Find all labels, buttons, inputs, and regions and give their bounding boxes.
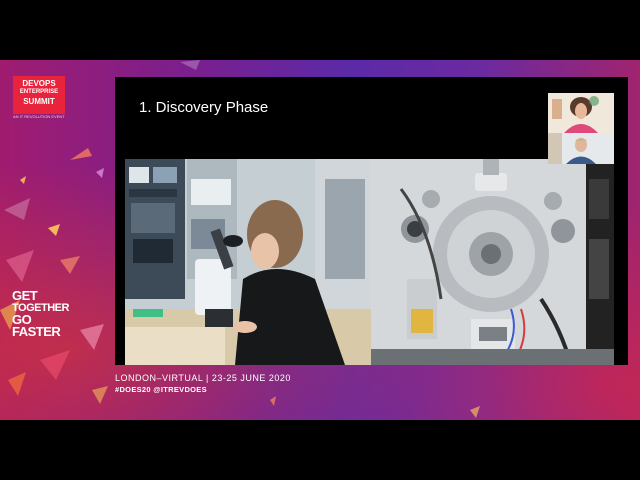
vacuum-chamber-image <box>371 159 614 365</box>
presentation-slide: 1. Discovery Phase <box>115 77 628 365</box>
speaker-webcam-2 <box>548 133 614 164</box>
tagline: GET TOGETHER GO FASTER <box>12 288 69 339</box>
speaker-webcam-1 <box>548 93 614 133</box>
microscope-photo <box>125 159 371 365</box>
event-location-date: LONDON–VIRTUAL | 23-25 JUNE 2020 <box>115 373 291 383</box>
slide-title: 1. Discovery Phase <box>139 99 269 116</box>
logo-line-enterprise: ENTERPRISE <box>19 89 59 95</box>
tagline-line-4: FASTER <box>12 324 61 339</box>
tagline-line-1: GET <box>12 288 38 303</box>
microscope-scene-image <box>125 159 371 365</box>
speaker-2-image <box>548 133 614 164</box>
event-hashtags: #DOES20 @ITREVDOES <box>115 385 207 394</box>
devops-summit-logo: DEVOPS ENTERPRISE SUMMIT <box>13 76 65 114</box>
logo-line-devops: DEVOPS <box>22 79 56 88</box>
lab-equipment-photo <box>371 159 614 365</box>
stream-stage: DEVOPS ENTERPRISE SUMMIT AN IT REVOLUTIO… <box>0 60 640 420</box>
logo-line-summit: SUMMIT <box>23 97 55 106</box>
speaker-1-image <box>548 93 614 133</box>
logo-subtitle: AN IT REVOLUTION EVENT <box>13 114 65 119</box>
